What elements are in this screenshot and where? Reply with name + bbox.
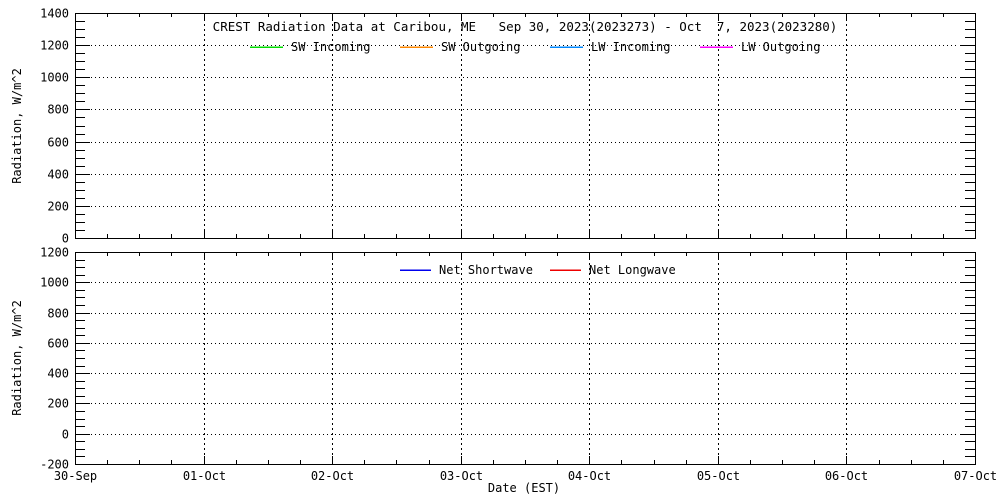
legend-label-lw-incoming: LW Incoming xyxy=(591,40,670,54)
y-tick-label: 400 xyxy=(47,168,69,182)
y-axis-label-top-panel: Radiation, W/m^2 xyxy=(10,68,24,184)
y-tick-label: 1000 xyxy=(40,276,69,290)
y-tick-label: 200 xyxy=(47,200,69,214)
panel-border xyxy=(76,14,976,239)
y-tick-label: 1400 xyxy=(40,7,69,21)
y-tick-label: 800 xyxy=(47,103,69,117)
radiation-plot-page: CREST Radiation Data at Caribou, ME Sep … xyxy=(0,0,1000,500)
plot-title: CREST Radiation Data at Caribou, ME Sep … xyxy=(213,19,838,34)
y-tick-label: 800 xyxy=(47,307,69,321)
x-tick-label: 30-Sep xyxy=(54,469,97,483)
legend-label-lw-outgoing: LW Outgoing xyxy=(741,40,820,54)
y-tick-label: 1000 xyxy=(40,71,69,85)
y-tick-label: 0 xyxy=(62,428,69,442)
top-panel: 0 200 400 600 800 1000 1200 1400 SW Incoming SW O… xyxy=(40,7,975,246)
y-axis-label-bottom-panel: Radiation, W/m^2 xyxy=(10,300,24,416)
x-axis-label: Date (EST) xyxy=(488,481,560,495)
legend-label-sw-outgoing: SW Outgoing xyxy=(441,40,520,54)
bottom-panel: -20002004006008001000120030-Sep01-Oct02-… xyxy=(40,246,997,484)
y-tick-label: 1200 xyxy=(40,246,69,260)
legend-label-net-longwave: Net Longwave xyxy=(589,263,676,277)
legend-label-net-shortwave: Net Shortwave xyxy=(439,263,533,277)
x-tick-label: 04-Oct xyxy=(568,469,611,483)
x-tick-label: 03-Oct xyxy=(440,469,483,483)
x-tick-label: 07-Oct xyxy=(954,469,997,483)
plot-canvas: CREST Radiation Data at Caribou, ME Sep … xyxy=(0,0,1000,500)
y-tick-label: 1200 xyxy=(40,39,69,53)
y-tick-label: 600 xyxy=(47,337,69,351)
y-tick-label: 200 xyxy=(47,397,69,411)
x-tick-label: 06-Oct xyxy=(825,469,868,483)
y-tick-label: 400 xyxy=(47,367,69,381)
x-tick-label: 05-Oct xyxy=(697,469,740,483)
y-tick-label: 600 xyxy=(47,136,69,150)
x-tick-label: 01-Oct xyxy=(183,469,226,483)
panel-border xyxy=(76,253,976,465)
x-tick-label: 02-Oct xyxy=(311,469,354,483)
legend-label-sw-incoming: SW Incoming xyxy=(291,40,370,54)
y-tick-label: 0 xyxy=(62,232,69,246)
